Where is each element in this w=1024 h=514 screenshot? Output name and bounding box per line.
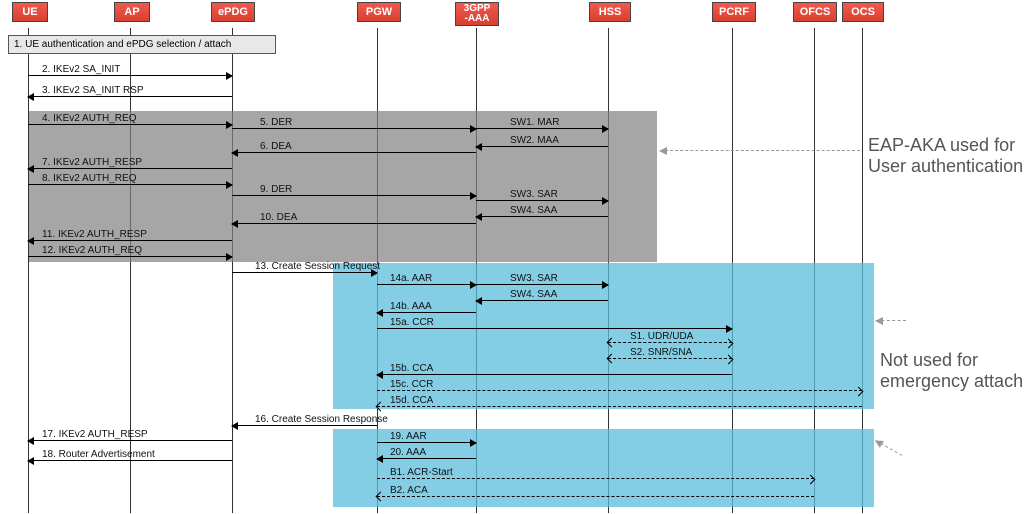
arrow-m8: [28, 184, 232, 185]
label-m11: 11. IKEv2 AUTH_RESP: [42, 229, 147, 240]
arrow-s1: [608, 342, 732, 343]
annot-arrow-emerg-1: [876, 320, 906, 321]
arrow-m16: [232, 425, 377, 426]
label-m15b: 15b. CCA: [390, 363, 433, 374]
arrow-m17: [28, 440, 232, 441]
actor-hss: HSS: [589, 2, 631, 22]
label-m15d: 15d. CCA: [390, 395, 433, 406]
label-m15a: 15a. CCR: [390, 317, 434, 328]
actor-pcrf: PCRF: [712, 2, 756, 22]
label-m20: 20. AAA: [390, 447, 426, 458]
arrow-m11: [28, 240, 232, 241]
label-m16: 16. Create Session Response: [255, 414, 388, 425]
label-m6: 6. DEA: [260, 141, 292, 152]
label-sw3a: SW3. SAR: [510, 189, 558, 200]
label-s2: S2. SNR/SNA: [630, 347, 692, 358]
actor-ue: UE: [12, 2, 48, 22]
label-m7: 7. IKEv2 AUTH_RESP: [42, 157, 142, 168]
actor-pgw: PGW: [357, 2, 401, 22]
label-m4: 4. IKEv2 AUTH_REQ: [42, 113, 136, 124]
actor-ofcs: OFCS: [793, 2, 837, 22]
label-sw3b: SW3. SAR: [510, 273, 558, 284]
arrow-m14a: [377, 284, 476, 285]
label-mB2: B2. ACA: [390, 485, 428, 496]
annot-emerg: Not used for emergency attach: [880, 350, 1023, 392]
label-m15c: 15c. CCR: [390, 379, 433, 390]
label-sw2: SW2. MAA: [510, 135, 559, 146]
arrow-m3: [28, 96, 232, 97]
arrow-m15c: [377, 390, 862, 391]
actor-ocs: OCS: [842, 2, 884, 22]
label-m14b: 14b. AAA: [390, 301, 432, 312]
arrow-m15a: [377, 328, 732, 329]
arrow-mB2: [377, 496, 814, 497]
lifeline-epdg: [232, 28, 233, 513]
actor-ap: AP: [114, 2, 150, 22]
arrow-m20: [377, 458, 476, 459]
arrow-m5: [232, 128, 476, 129]
arrow-m2: [28, 75, 232, 76]
arrow-m7: [28, 168, 232, 169]
arrow-sw3a: [476, 200, 608, 201]
arrow-m19: [377, 442, 476, 443]
annot-arrow-eap: [660, 150, 860, 151]
actor-3gpp-aaa: 3GPP -AAA: [455, 2, 499, 26]
arrow-mB1: [377, 478, 814, 479]
step1-box: 1. UE authentication and ePDG selection …: [8, 35, 276, 54]
arrow-sw3b: [476, 284, 608, 285]
actor-epdg: ePDG: [211, 2, 255, 22]
label-m19: 19. AAR: [390, 431, 427, 442]
arrow-m15d: [377, 406, 862, 407]
arrow-sw1: [476, 128, 608, 129]
label-m5: 5. DER: [260, 117, 292, 128]
label-sw4b: SW4. SAA: [510, 289, 557, 300]
arrow-m14b: [377, 312, 476, 313]
label-m13: 13. Create Session Request: [255, 261, 380, 272]
arrow-m4: [28, 124, 232, 125]
label-m9: 9. DER: [260, 184, 292, 195]
label-s1: S1. UDR/UDA: [630, 331, 693, 342]
annot-arrow-emerg-2: [876, 440, 902, 456]
arrow-s2: [608, 358, 732, 359]
arrow-sw4b: [476, 300, 608, 301]
label-sw1: SW1. MAR: [510, 117, 559, 128]
arrow-sw4a: [476, 216, 608, 217]
label-m2: 2. IKEv2 SA_INIT: [42, 64, 120, 75]
arrow-m15b: [377, 374, 732, 375]
arrow-m10: [232, 223, 476, 224]
arrow-m12: [28, 256, 232, 257]
label-m12: 12. IKEv2 AUTH_REQ: [42, 245, 142, 256]
label-m17: 17. IKEv2 AUTH_RESP: [42, 429, 148, 440]
label-m3: 3. IKEv2 SA_INIT RSP: [42, 85, 144, 96]
label-m18: 18. Router Advertisement: [42, 449, 155, 460]
arrow-m13: [232, 272, 377, 273]
label-m8: 8. IKEv2 AUTH_REQ: [42, 173, 136, 184]
label-mB1: B1. ACR-Start: [390, 467, 453, 478]
arrow-sw2: [476, 146, 608, 147]
arrow-m9: [232, 195, 476, 196]
arrow-m6: [232, 152, 476, 153]
label-sw4a: SW4. SAA: [510, 205, 557, 216]
label-m10: 10. DEA: [260, 212, 297, 223]
label-m14a: 14a. AAR: [390, 273, 432, 284]
annot-eap: EAP-AKA used for User authentication: [868, 135, 1023, 177]
arrow-m18: [28, 460, 232, 461]
